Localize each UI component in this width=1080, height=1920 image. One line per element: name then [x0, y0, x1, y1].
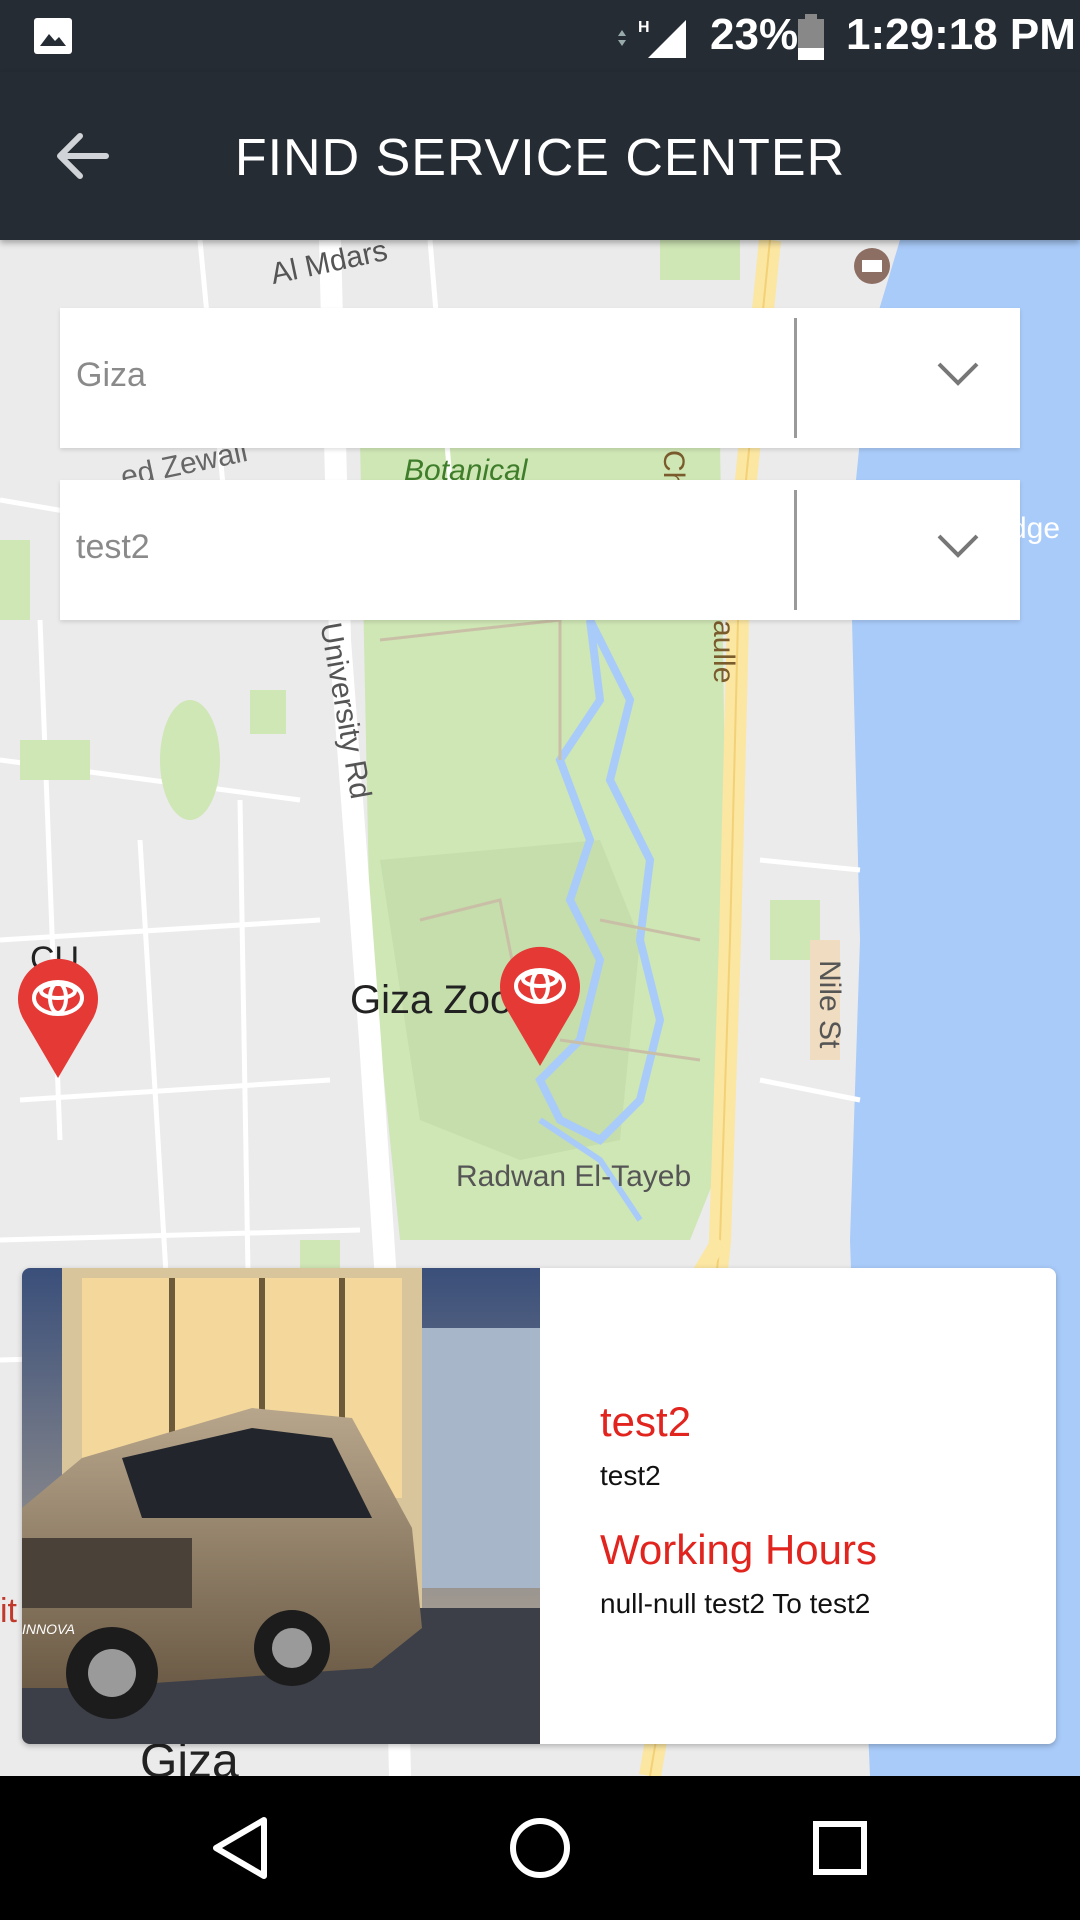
center-dropdown-value: test2	[76, 528, 150, 566]
nav-back-icon[interactable]	[200, 1808, 280, 1888]
service-center-card[interactable]: INNOVA test2 test2 Working Hours null-nu…	[22, 1268, 1056, 1744]
service-center-name: test2	[600, 1398, 692, 1445]
photo-badge: INNOVA	[22, 1621, 75, 1637]
nav-recents-icon[interactable]	[800, 1808, 880, 1888]
city-dropdown[interactable]: Giza	[60, 308, 1020, 448]
battery-percent: 23%	[710, 10, 799, 59]
divider	[794, 490, 797, 610]
chevron-down-icon	[937, 534, 979, 558]
city-dropdown-value: Giza	[76, 356, 146, 394]
map-label: it	[0, 1592, 17, 1630]
center-dropdown[interactable]: test2	[60, 480, 1020, 620]
svg-text:H: H	[638, 19, 650, 36]
map-label: Nile St	[813, 960, 846, 1049]
app-bar: FIND SERVICE CENTER	[0, 72, 1080, 240]
status-bar: H 23% 1:29:18 PM	[0, 0, 1080, 72]
system-nav-bar	[0, 1776, 1080, 1920]
toyota-marker[interactable]	[498, 946, 582, 1066]
chevron-down-icon	[937, 362, 979, 386]
battery-icon	[798, 14, 824, 60]
service-center-photo: INNOVA	[22, 1268, 540, 1744]
nav-home-icon[interactable]	[500, 1808, 580, 1888]
service-center-address: test2	[600, 1460, 661, 1491]
gallery-notification-icon	[34, 18, 72, 54]
signal-icon: H	[618, 19, 686, 58]
working-hours-value: null-null test2 To test2	[600, 1588, 871, 1619]
clock: 1:29:18 PM	[846, 10, 1076, 59]
map-label: aulle	[707, 620, 740, 684]
map-label: Radwan El-Tayeb	[456, 1160, 692, 1193]
working-hours-label: Working Hours	[600, 1526, 877, 1573]
divider	[794, 318, 797, 438]
page-title: FIND SERVICE CENTER	[234, 129, 846, 187]
toyota-marker[interactable]	[16, 958, 100, 1078]
map-label-giza-zoo: Giza Zoo	[350, 978, 513, 1022]
